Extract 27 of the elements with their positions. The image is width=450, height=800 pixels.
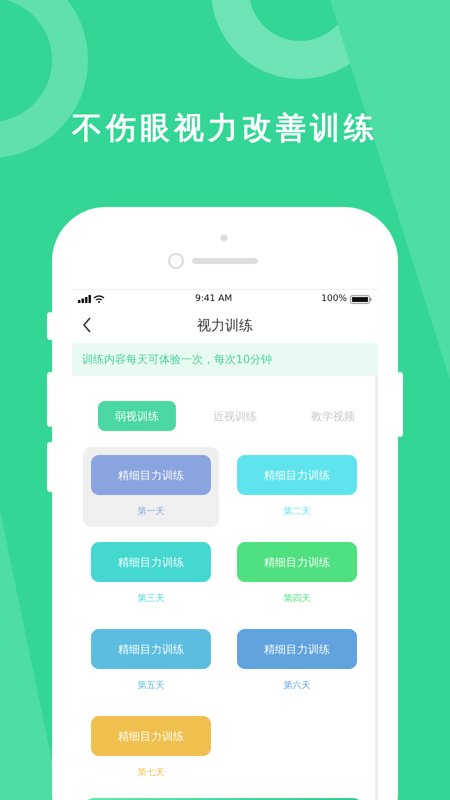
day-card[interactable]: 精细目力训练 第一天 — [83, 447, 219, 527]
training-button[interactable]: 精细目力训练 — [237, 542, 357, 582]
training-button[interactable]: 精细目力训练 — [91, 542, 211, 582]
speaker-icon — [192, 258, 258, 264]
battery-percent: 100% — [321, 294, 347, 304]
day-label: 第三天 — [138, 592, 164, 605]
tab[interactable]: 弱视训练 — [98, 401, 176, 431]
training-button[interactable]: 精细目力训练 — [237, 629, 357, 669]
sensor-icon — [168, 253, 184, 269]
headline: 不伤眼视力改善训练 — [72, 110, 378, 148]
day-label: 第二天 — [284, 506, 310, 518]
signal-icon — [78, 295, 106, 303]
training-button[interactable]: 精细目力训练 — [237, 455, 357, 495]
training-button[interactable]: 精细目力训练 — [91, 455, 211, 495]
training-button[interactable]: 精细目力训练 — [91, 629, 211, 669]
training-button[interactable]: 精细目力训练 — [91, 716, 211, 756]
back-icon[interactable] — [82, 317, 92, 333]
status-time: 9:41 AM — [195, 294, 232, 304]
day-label: 第一天 — [138, 506, 164, 518]
notice-banner: 训练内容每天可体验一次，每次10分钟 — [72, 343, 378, 376]
nav-title: 视力训练 — [197, 316, 253, 334]
day-label: 第四天 — [284, 592, 310, 605]
day-label: 第六天 — [284, 680, 310, 692]
day-label: 第七天 — [138, 766, 164, 779]
camera-icon — [220, 234, 228, 242]
battery-icon — [350, 294, 372, 304]
day-label: 第五天 — [138, 680, 164, 692]
